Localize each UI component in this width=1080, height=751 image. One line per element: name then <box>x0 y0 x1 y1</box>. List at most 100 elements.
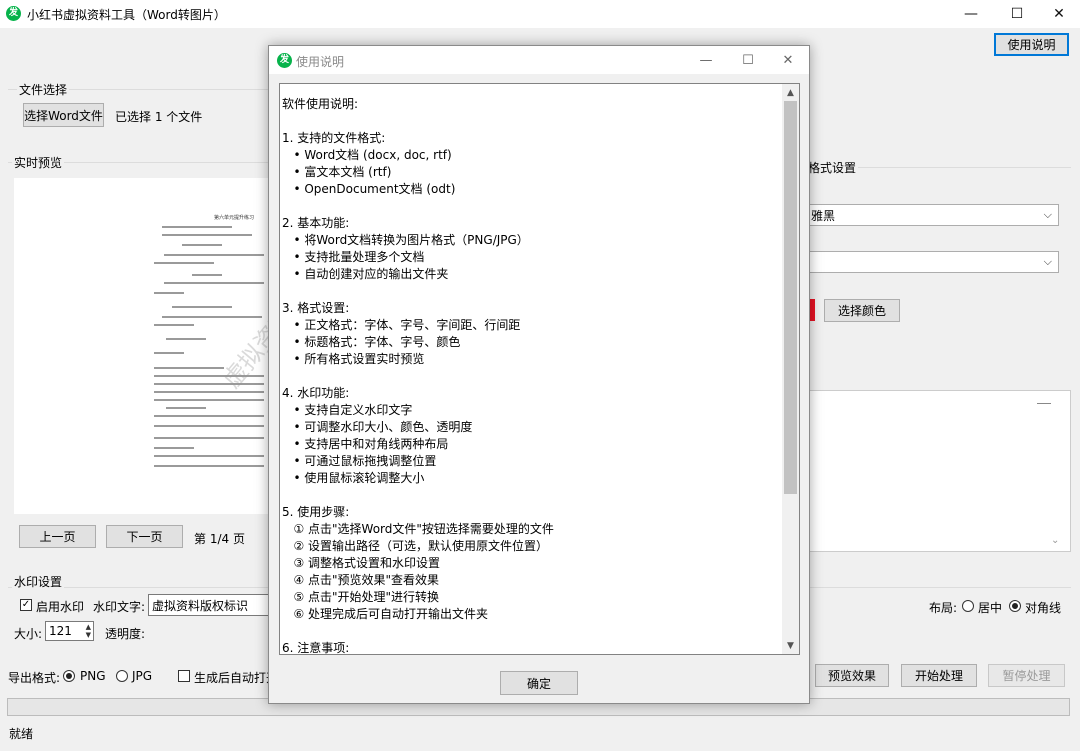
doc-line <box>154 437 264 439</box>
start-process-button[interactable]: 开始处理 <box>901 664 977 687</box>
layout-center-radio[interactable] <box>962 600 974 612</box>
scroll-up-icon[interactable]: ▲ <box>782 84 799 101</box>
layout-diagonal-radio[interactable] <box>1009 600 1021 612</box>
prev-page-button[interactable]: 上一页 <box>19 525 96 548</box>
doc-line <box>154 425 264 427</box>
help-text-line: 4. 水印功能: <box>282 386 350 400</box>
size-select[interactable]: ⌵ <box>806 251 1059 273</box>
document-preview-page: 第六单元提升练习 虚拟资料版权标识 <box>152 212 269 472</box>
doc-line <box>162 226 232 228</box>
scroll-down-icon[interactable]: ▼ <box>782 637 799 654</box>
jpg-label: JPG <box>132 669 153 683</box>
spin-arrows-icon[interactable]: ▲ ▼ <box>86 623 91 639</box>
page-indicator: 第 1/4 页 <box>194 532 245 546</box>
window-title: 小红书虚拟资料工具（Word转图片） <box>27 8 226 22</box>
help-text-line: 6. 注意事项: <box>282 641 350 655</box>
choose-color-button[interactable]: 选择颜色 <box>824 299 900 322</box>
doc-line <box>154 391 264 393</box>
layout-label: 布局: <box>929 601 958 615</box>
help-text-line: • Word文档 (docx, doc, rtf) <box>282 148 452 162</box>
watermark-size-label: 大小: <box>14 627 43 641</box>
help-text-line <box>282 113 786 130</box>
doc-line <box>154 324 194 326</box>
help-text-line: ② 设置输出路径（可选，默认使用原文件位置） <box>282 539 549 553</box>
dialog-minimize-icon[interactable]: — <box>685 46 727 74</box>
doc-line <box>166 407 206 409</box>
status-text: 就绪 <box>9 727 34 741</box>
help-text-line: ③ 调整格式设置和水印设置 <box>282 556 441 570</box>
scroll-thumb[interactable] <box>784 101 797 494</box>
format-settings-label: 格式设置 <box>806 159 859 176</box>
next-page-button[interactable]: 下一页 <box>106 525 183 548</box>
doc-line <box>164 254 264 256</box>
dialog-title: 使用说明 <box>296 55 345 69</box>
doc-line <box>154 465 264 467</box>
enable-watermark-checkbox[interactable]: ✓ <box>20 599 32 611</box>
preview-effect-button[interactable]: 预览效果 <box>815 664 889 687</box>
help-scrollbar[interactable]: ▲ ▼ <box>782 84 799 654</box>
minimize-icon[interactable]: — <box>948 0 994 28</box>
scroll-down-icon[interactable]: ⌄ <box>1051 535 1059 546</box>
watermark-text-input[interactable]: 虚拟资料版权标识 <box>148 594 270 616</box>
help-text-line: ④ 点击"预览效果"查看效果 <box>282 573 440 587</box>
doc-line <box>154 399 264 401</box>
png-radio[interactable] <box>63 670 75 682</box>
doc-line <box>182 244 222 246</box>
file-select-label: 文件选择 <box>17 81 70 98</box>
doc-line <box>164 282 264 284</box>
doc-line <box>162 234 252 236</box>
help-text-line: • 正文格式：字体、字号、字间距、行间距 <box>282 318 521 332</box>
doc-line <box>162 316 262 318</box>
scroll-line <box>1037 403 1051 404</box>
help-text-line: 3. 格式设置: <box>282 301 350 315</box>
opacity-label: 透明度: <box>105 627 146 641</box>
help-text-line <box>282 487 786 504</box>
preview-label: 实时预览 <box>12 154 65 171</box>
dialog-app-icon: 发 <box>277 53 292 68</box>
close-icon[interactable]: ✕ <box>1036 0 1080 28</box>
dialog-close-icon[interactable]: ✕ <box>767 46 809 74</box>
text-edit-area[interactable]: ⌄ <box>796 390 1071 552</box>
doc-line <box>154 455 264 457</box>
png-label: PNG <box>80 669 106 683</box>
app-logo-icon: 发 <box>6 6 21 21</box>
font-select[interactable]: 雅黑 ⌵ <box>806 204 1059 226</box>
chevron-down-icon: ⌵ <box>1043 208 1052 221</box>
dialog-maximize-icon[interactable]: ☐ <box>727 46 769 74</box>
help-text-content: 软件使用说明: 1. 支持的文件格式: • Word文档 (docx, doc, … <box>280 96 786 655</box>
help-text-line: • 将Word文档转换为图片格式（PNG/JPG） <box>282 233 529 247</box>
help-text-line: • 自动创建对应的输出文件夹 <box>282 267 449 281</box>
help-text-line: • 可调整水印大小、颜色、透明度 <box>282 420 473 434</box>
doc-line <box>154 415 264 417</box>
auto-open-checkbox[interactable] <box>178 670 190 682</box>
doc-line <box>166 338 206 340</box>
help-text-line: ① 点击"选择Word文件"按钮选择需要处理的文件 <box>282 522 554 536</box>
export-format-label: 导出格式: <box>8 671 61 685</box>
choose-word-file-button[interactable]: 选择Word文件 <box>23 103 104 127</box>
watermark-size-spinbox[interactable]: 121 ▲ ▼ <box>45 621 94 641</box>
maximize-icon[interactable]: ☐ <box>994 0 1040 28</box>
watermark-settings-label: 水印设置 <box>12 573 65 590</box>
doc-line <box>154 367 224 369</box>
help-text-line: • 支持自定义水印文字 <box>282 403 413 417</box>
dialog-ok-button[interactable]: 确定 <box>500 671 578 695</box>
help-text-line: • 标题格式：字体、字号、颜色 <box>282 335 461 349</box>
doc-line <box>172 306 232 308</box>
doc-line <box>154 262 214 264</box>
jpg-radio[interactable] <box>116 670 128 682</box>
doc-line <box>154 352 184 354</box>
pause-process-button[interactable]: 暂停处理 <box>988 664 1065 687</box>
help-button[interactable]: 使用说明 <box>994 33 1069 56</box>
help-text-line <box>282 283 786 300</box>
status-bar: 就绪 <box>0 720 1080 751</box>
layout-center-label: 居中 <box>978 601 1003 615</box>
help-text-line: • 富文本文档 (rtf) <box>282 165 392 179</box>
doc-line <box>154 447 194 449</box>
help-text-area[interactable]: 软件使用说明: 1. 支持的文件格式: • Word文档 (docx, doc, … <box>279 83 800 655</box>
help-text-line: • 支持批量处理多个文档 <box>282 250 425 264</box>
watermark-size-value: 121 <box>49 624 72 638</box>
help-text-line: ⑥ 处理完成后可自动打开输出文件夹 <box>282 607 489 621</box>
help-text-line <box>282 368 786 385</box>
watermark-overlay[interactable]: 虚拟资料版权标识 <box>213 225 269 395</box>
help-text-line: • 支持居中和对角线两种布局 <box>282 437 449 451</box>
